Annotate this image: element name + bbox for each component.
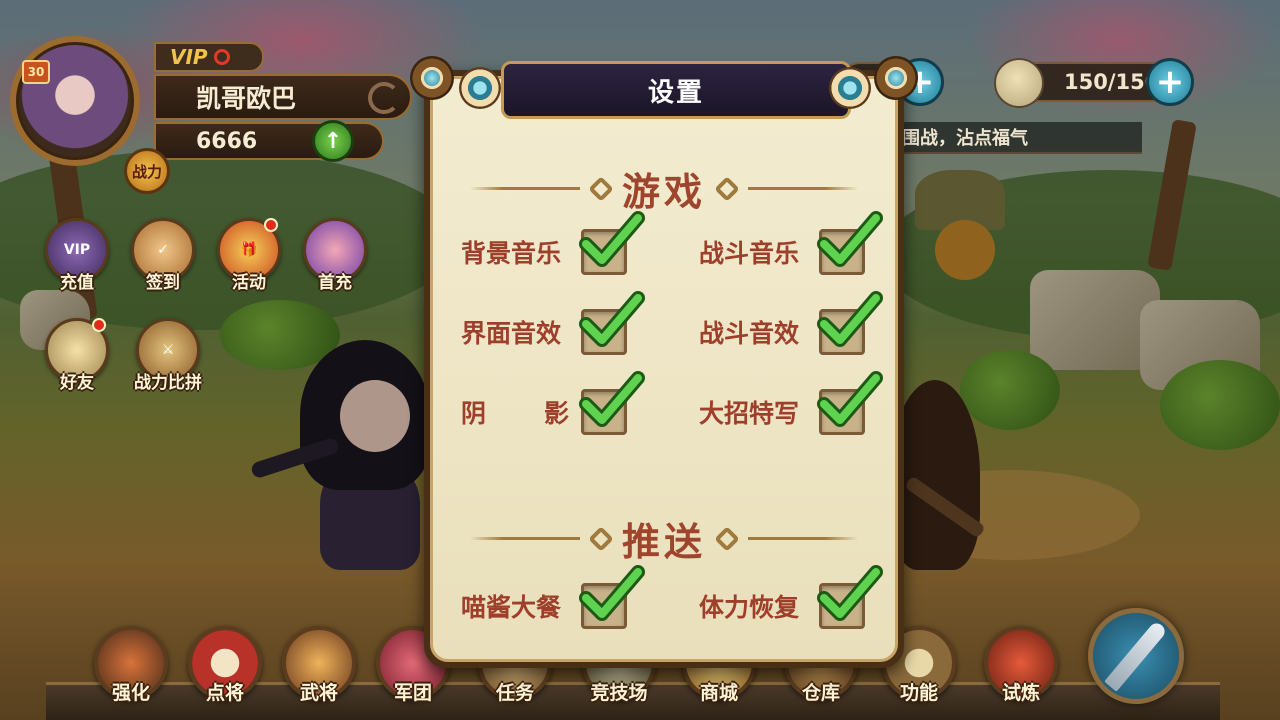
option-label: 界面音效 <box>461 319 562 348</box>
option-label: 阴 影 <box>461 399 569 428</box>
nav-trial[interactable]: 试炼 <box>976 626 1066 716</box>
option-bg-music[interactable]: 背景音乐 <box>461 211 645 275</box>
swirl-ornament-icon <box>368 82 400 114</box>
menu-label: 充值 <box>60 273 94 293</box>
menu-first-recharge[interactable]: 首充 <box>300 218 370 298</box>
power-upgrade-button[interactable]: ↑ <box>312 120 354 162</box>
option-label: 体力恢复 <box>699 593 800 622</box>
player-name-plate: 凯哥欧巴 <box>154 74 412 120</box>
checkmark-icon <box>817 565 883 621</box>
checkbox-bg-music[interactable] <box>579 211 645 275</box>
nav-label: 军团 <box>393 682 432 704</box>
knot-ornament-icon <box>714 175 740 202</box>
checkbox-ultimate-closeup[interactable] <box>817 371 883 435</box>
nav-label: 功能 <box>899 682 938 704</box>
option-label: 战斗音乐 <box>699 239 800 268</box>
menu-label: 首充 <box>318 273 352 293</box>
checkbox-battle-music[interactable] <box>817 211 883 275</box>
checkbox-shadow[interactable] <box>579 371 645 435</box>
nav-label: 仓库 <box>801 682 840 704</box>
menu-label: 战力比拼 <box>134 373 202 393</box>
knot-ornament-icon <box>588 525 614 552</box>
checkbox-ui-sfx[interactable] <box>579 291 645 355</box>
attack-sword-button[interactable] <box>1088 608 1184 704</box>
menu-sign-in[interactable]: ✓ 签到 <box>128 218 198 298</box>
player-name: 凯哥欧巴 <box>196 84 297 113</box>
option-stamina-recovery[interactable]: 体力恢复 <box>699 565 883 629</box>
player-avatar[interactable] <box>10 36 140 166</box>
knot-ornament-icon <box>714 525 740 552</box>
corner-ornament-icon <box>410 56 454 100</box>
title-ornament-right-icon <box>829 67 871 109</box>
settings-panel: 设置 游戏 背景音乐 战斗音乐 界面音效 战斗音效 阴 影 大招特写 推送 喵酱… <box>430 61 898 662</box>
nav-recruit[interactable]: 点将 <box>180 626 270 716</box>
menu-power-ranking[interactable]: ⚔ 战力比拼 <box>128 318 208 398</box>
menu-label: 签到 <box>146 273 180 293</box>
option-meow-feast[interactable]: 喵酱大餐 <box>461 565 645 629</box>
section-header-game: 游戏 <box>433 161 895 216</box>
stamina-bar: 150/150 + <box>994 58 1194 108</box>
player-level-badge: 30 <box>22 60 50 84</box>
player-info-panel: 30 VIP 凯哥欧巴 6666 ↑ 战力 <box>6 22 426 194</box>
checkmark-icon <box>817 291 883 347</box>
option-label: 大招特写 <box>699 399 800 428</box>
option-label: 战斗音效 <box>699 319 800 348</box>
settings-title: 设置 <box>647 77 704 108</box>
power-badge: 战力 <box>124 148 170 194</box>
notification-dot <box>92 318 106 332</box>
nav-enhance[interactable]: 强化 <box>86 626 176 716</box>
nav-label: 试炼 <box>1001 682 1040 704</box>
checkmark-icon <box>579 371 645 427</box>
player-power-value: 6666 <box>196 128 258 154</box>
title-ornament-left-icon <box>459 67 501 109</box>
checkmark-icon <box>579 211 645 267</box>
menu-events[interactable]: 🎁 活动 <box>214 218 284 298</box>
nav-label: 武将 <box>299 682 338 704</box>
vip-level-ring-icon <box>213 49 230 65</box>
sword-icon <box>1104 620 1168 692</box>
knot-ornament-icon <box>588 175 614 202</box>
checkmark-icon <box>579 291 645 347</box>
stamina-add-button[interactable]: + <box>1146 58 1194 106</box>
checkmark-icon <box>817 371 883 427</box>
checkmark-icon <box>579 565 645 621</box>
corner-ornament-icon <box>874 56 918 100</box>
menu-recharge[interactable]: VIP 充值 <box>42 218 112 298</box>
checkmark-icon <box>817 211 883 267</box>
option-ui-sfx[interactable]: 界面音效 <box>461 291 645 355</box>
notification-dot <box>264 218 278 232</box>
section-header-push: 推送 <box>433 511 895 566</box>
section-title: 推送 <box>621 520 706 564</box>
option-label: 背景音乐 <box>461 239 562 268</box>
nav-label: 任务 <box>495 682 534 704</box>
menu-label: 好友 <box>60 373 94 393</box>
option-battle-music[interactable]: 战斗音乐 <box>699 211 883 275</box>
section-title: 游戏 <box>621 170 706 214</box>
option-label: 喵酱大餐 <box>461 593 562 622</box>
checkbox-stamina-recovery[interactable] <box>817 565 883 629</box>
option-ultimate-closeup[interactable]: 大招特写 <box>699 371 883 435</box>
nav-label: 强化 <box>111 682 150 704</box>
stamina-bun-icon <box>994 58 1044 108</box>
announcement-text: 来围战，沾点福气 <box>884 128 1028 149</box>
vip-tag[interactable]: VIP <box>154 42 264 72</box>
nav-label: 竞技场 <box>590 682 648 704</box>
menu-label: 活动 <box>232 273 266 293</box>
nav-generals[interactable]: 武将 <box>274 626 364 716</box>
menu-friends[interactable]: 好友 <box>42 318 112 398</box>
checkbox-meow-feast[interactable] <box>579 565 645 629</box>
settings-title-bar: 设置 <box>501 61 851 119</box>
nav-label: 商城 <box>699 682 738 704</box>
vip-label: VIP <box>170 45 208 69</box>
option-shadow[interactable]: 阴 影 <box>461 371 645 435</box>
option-battle-sfx[interactable]: 战斗音效 <box>699 291 883 355</box>
settings-dialog: 设置 游戏 背景音乐 战斗音乐 界面音效 战斗音效 阴 影 大招特写 推送 喵酱… <box>410 56 918 668</box>
nav-label: 点将 <box>205 682 244 704</box>
checkbox-battle-sfx[interactable] <box>817 291 883 355</box>
